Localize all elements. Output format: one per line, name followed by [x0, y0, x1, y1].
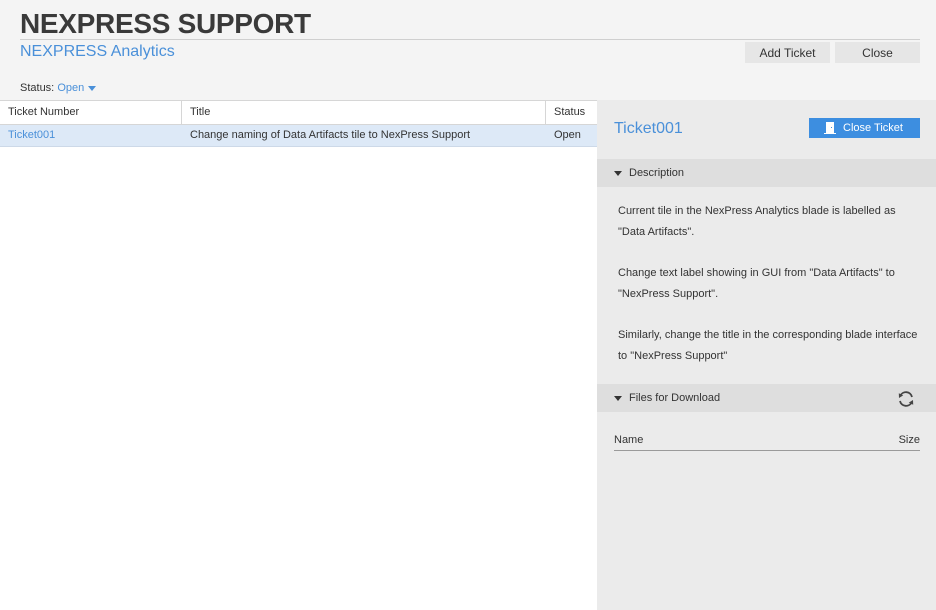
description-text: Current tile in the NexPress Analytics b… — [618, 201, 923, 387]
app-subtitle: NEXPRESS Analytics — [20, 43, 175, 60]
app-title: NEXPRESS SUPPORT — [20, 8, 311, 39]
triangle-down-icon — [614, 396, 622, 401]
files-section-header[interactable]: Files for Download — [597, 384, 936, 412]
close-ticket-label: Close Ticket — [843, 122, 903, 134]
files-column-size: Size — [898, 434, 920, 446]
ticket-list-pane: Ticket Number Title Status Ticket001 Cha… — [0, 100, 597, 610]
table-row[interactable]: Ticket001 Change naming of Data Artifact… — [0, 125, 597, 147]
close-ticket-button[interactable]: Close Ticket — [809, 118, 920, 138]
caret-down-icon — [88, 85, 97, 91]
ticket-title-cell: Change naming of Data Artifacts tile to … — [190, 129, 471, 141]
status-filter-dropdown[interactable]: Open — [57, 82, 97, 94]
ticket-table-header: Ticket Number Title Status — [0, 101, 597, 125]
ticket-detail-title: Ticket001 — [614, 120, 683, 137]
column-header-ticket-number[interactable]: Ticket Number — [0, 101, 182, 125]
triangle-down-icon — [614, 171, 622, 176]
close-button[interactable]: Close — [835, 42, 920, 63]
add-ticket-button[interactable]: Add Ticket — [745, 42, 830, 63]
status-filter-label: Status: — [20, 82, 55, 94]
column-header-title[interactable]: Title — [182, 101, 546, 125]
description-section-header[interactable]: Description — [597, 159, 936, 187]
refresh-icon[interactable] — [896, 389, 916, 409]
files-table-header: Name Size — [614, 430, 920, 451]
description-section-label: Description — [629, 167, 685, 179]
app-header: NEXPRESS SUPPORT NEXPRESS Analytics Add … — [0, 0, 936, 100]
description-paragraph: Current tile in the NexPress Analytics b… — [618, 205, 896, 238]
description-paragraph: Similarly, change the title in the corre… — [618, 329, 918, 362]
door-exit-icon — [824, 122, 837, 134]
status-filter: Status: Open — [20, 82, 97, 94]
column-header-status[interactable]: Status — [546, 101, 597, 125]
status-filter-value: Open — [57, 82, 85, 94]
files-section-label: Files for Download — [629, 392, 721, 404]
files-column-name: Name — [614, 434, 644, 446]
ticket-number-cell[interactable]: Ticket001 — [0, 125, 182, 147]
title-divider — [20, 39, 920, 40]
ticket-status-cell: Open — [554, 129, 581, 141]
description-paragraph: Change text label showing in GUI from "D… — [618, 267, 895, 300]
ticket-detail-pane: Ticket001 Close Ticket Description Curre… — [597, 100, 936, 610]
